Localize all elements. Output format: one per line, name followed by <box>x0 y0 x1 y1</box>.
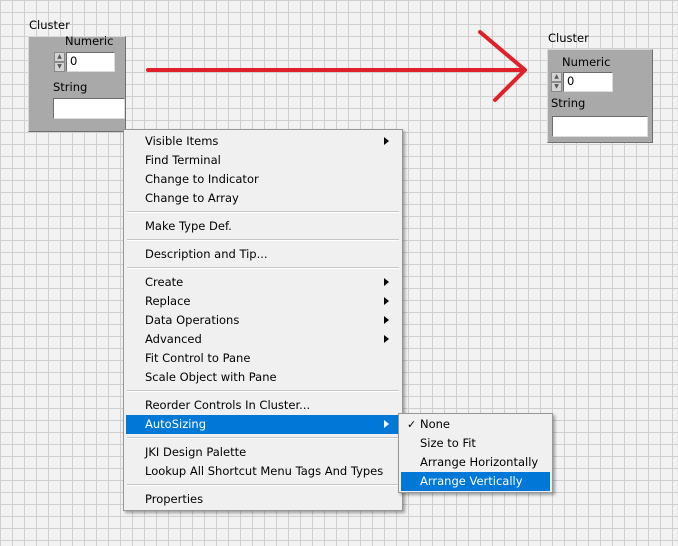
menu-item-label: Create <box>145 275 184 289</box>
menu-item-label: Find Terminal <box>145 153 221 167</box>
menu-item-label: AutoSizing <box>145 417 207 431</box>
menu-item-3-1[interactable]: Replace <box>126 292 400 311</box>
menu-item-label: Visible Items <box>145 134 219 148</box>
menu-item-3-5[interactable]: Scale Object with Pane <box>126 368 400 387</box>
autosizing-option-label: None <box>420 417 451 431</box>
submenu-arrow-icon <box>384 335 389 343</box>
menu-item-0-3[interactable]: Change to Array <box>126 189 400 208</box>
menu-item-0-2[interactable]: Change to Indicator <box>126 170 400 189</box>
right-cluster-title: Cluster <box>548 31 589 45</box>
menu-item-3-4[interactable]: Fit Control to Pane <box>126 349 400 368</box>
left-string-label: String <box>53 80 88 94</box>
menu-item-label: Fit Control to Pane <box>145 351 251 365</box>
autosizing-option-label: Arrange Vertically <box>420 474 523 488</box>
submenu-arrow-icon <box>384 137 389 145</box>
autosizing-option-label: Size to Fit <box>420 436 476 450</box>
menu-separator <box>127 267 399 269</box>
menu-item-label: Properties <box>145 492 204 506</box>
menu-item-label: Advanced <box>145 332 202 346</box>
right-numeric-increment-decrement-icon[interactable]: ▲ ▼ <box>551 72 562 92</box>
right-numeric-input[interactable]: 0 <box>563 72 613 92</box>
menu-item-3-3[interactable]: Advanced <box>126 330 400 349</box>
menu-item-4-1[interactable]: AutoSizing <box>126 415 400 434</box>
menu-item-label: Change to Array <box>145 191 239 205</box>
right-cluster-control[interactable]: Numeric ▲ ▼ 0 String <box>547 49 653 143</box>
menu-item-4-0[interactable]: Reorder Controls In Cluster... <box>126 396 400 415</box>
menu-separator <box>127 390 399 392</box>
menu-item-label: Description and Tip... <box>145 247 268 261</box>
right-string-input[interactable] <box>552 116 648 137</box>
submenu-arrow-icon <box>384 316 389 324</box>
menu-separator <box>127 484 399 486</box>
submenu-arrow-icon <box>384 420 389 428</box>
menu-item-label: JKI Design Palette <box>145 445 247 459</box>
menu-separator <box>127 211 399 213</box>
menu-item-label: Replace <box>145 294 191 308</box>
context-menu: Visible Items Find Terminal Change to Indi… <box>123 129 403 511</box>
right-numeric-label: Numeric <box>562 55 611 69</box>
menu-item-label: Lookup All Shortcut Menu Tags And Types <box>145 464 384 478</box>
menu-item-label: Data Operations <box>145 313 240 327</box>
autosizing-option-3[interactable]: Arrange Vertically <box>401 472 550 491</box>
menu-item-label: Make Type Def. <box>145 219 232 233</box>
menu-separator <box>127 239 399 241</box>
checkmark-icon: ✓ <box>407 418 417 431</box>
submenu-arrow-icon <box>384 297 389 305</box>
submenu-arrow-icon <box>384 278 389 286</box>
menu-item-5-1[interactable]: Lookup All Shortcut Menu Tags And Types <box>126 462 400 481</box>
menu-item-label: Scale Object with Pane <box>145 370 277 384</box>
menu-item-3-0[interactable]: Create <box>126 273 400 292</box>
autosizing-option-label: Arrange Horizontally <box>420 455 539 469</box>
autosizing-option-2[interactable]: Arrange Horizontally <box>401 453 550 472</box>
left-string-input[interactable] <box>53 98 125 119</box>
left-numeric-label: Numeric <box>65 34 114 48</box>
menu-item-5-0[interactable]: JKI Design Palette <box>126 443 400 462</box>
left-numeric-input[interactable]: 0 <box>66 52 115 72</box>
left-numeric-increment-decrement-icon[interactable]: ▲ ▼ <box>54 52 65 72</box>
autosizing-option-0[interactable]: ✓ None <box>401 415 550 434</box>
left-cluster-control[interactable]: Numeric ▲ ▼ 0 String <box>28 34 126 132</box>
menu-item-label: Reorder Controls In Cluster... <box>145 398 311 412</box>
menu-item-label: Change to Indicator <box>145 172 259 186</box>
red-arrow-icon <box>146 30 527 102</box>
menu-item-0-1[interactable]: Find Terminal <box>126 151 400 170</box>
menu-item-2-0[interactable]: Description and Tip... <box>126 245 400 264</box>
menu-item-0-0[interactable]: Visible Items <box>126 132 400 151</box>
menu-item-3-2[interactable]: Data Operations <box>126 311 400 330</box>
autosizing-submenu: ✓ None Size to Fit Arrange Horizontally Arra… <box>398 413 553 493</box>
menu-separator <box>127 437 399 439</box>
menu-item-1-0[interactable]: Make Type Def. <box>126 217 400 236</box>
left-cluster-title: Cluster <box>29 18 70 32</box>
menu-item-6-0[interactable]: Properties <box>126 490 400 509</box>
right-string-label: String <box>551 96 586 110</box>
autosizing-option-1[interactable]: Size to Fit <box>401 434 550 453</box>
